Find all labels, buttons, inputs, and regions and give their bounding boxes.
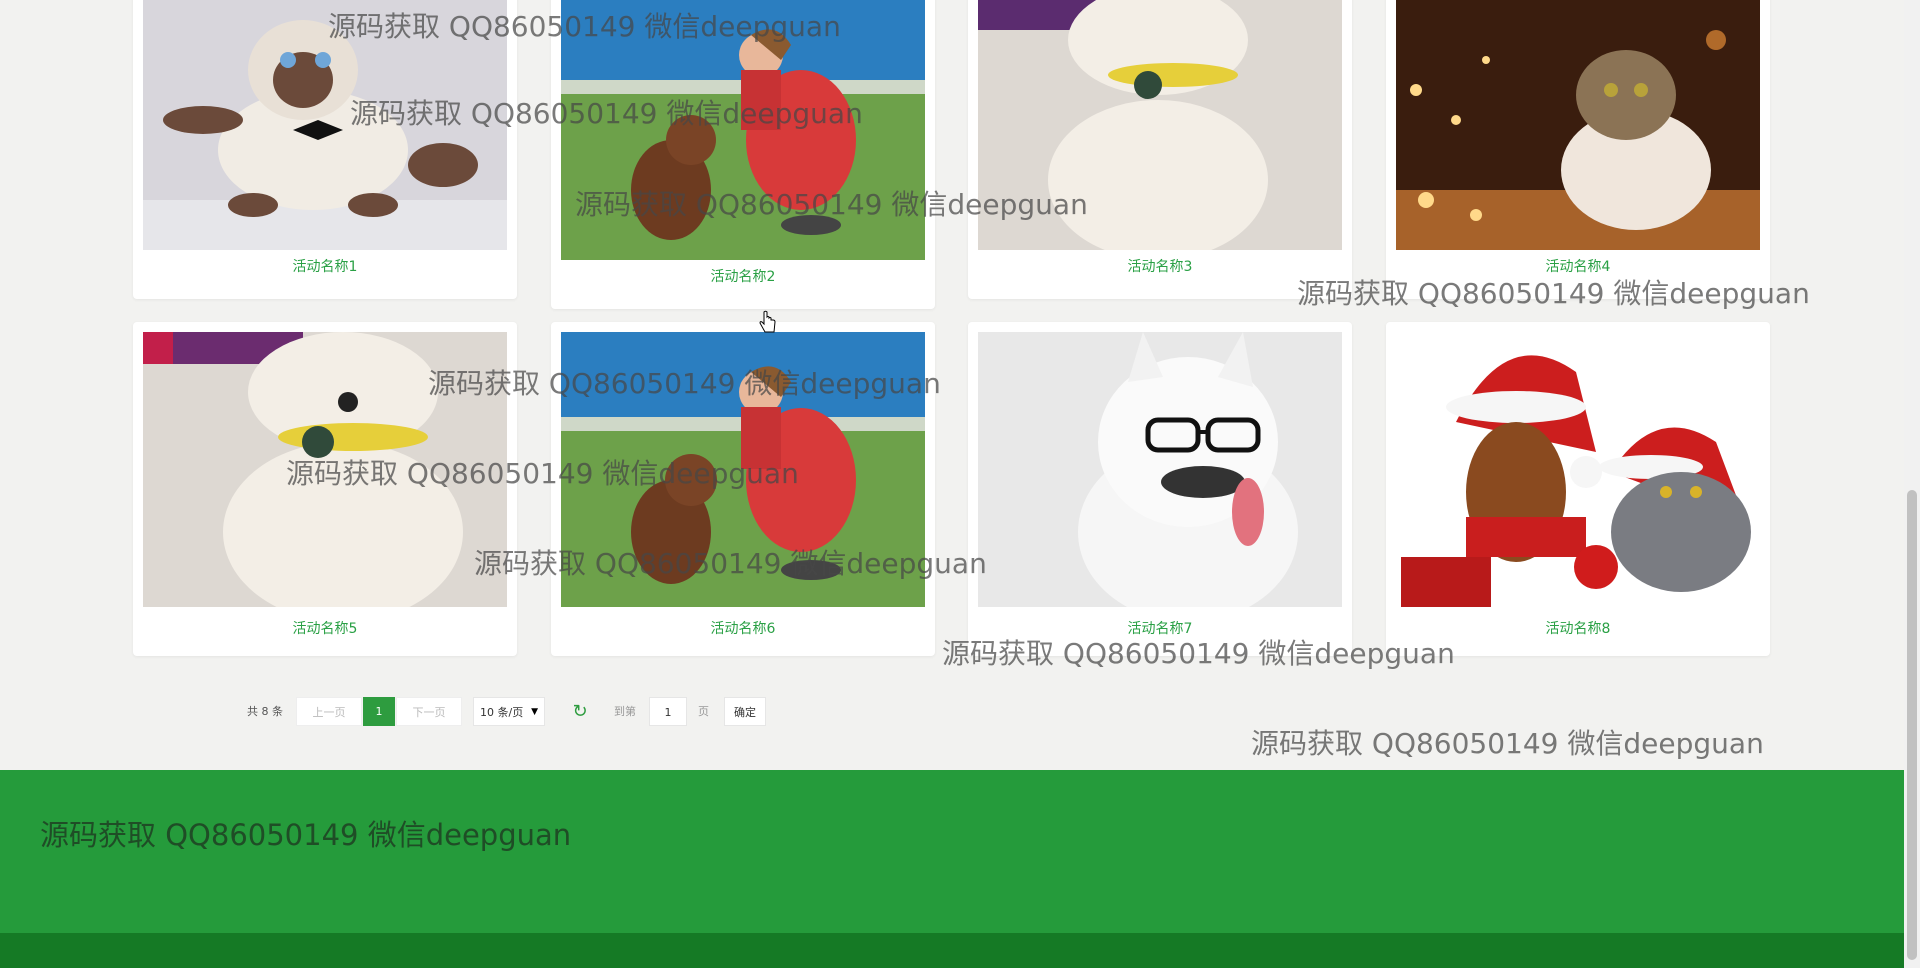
next-page-button[interactable]: 下一页 — [396, 697, 462, 726]
activity-image-white-poodle[interactable] — [978, 0, 1342, 250]
activity-card[interactable]: 活动名称3 — [968, 0, 1352, 299]
activity-card[interactable]: 活动名称7 — [968, 322, 1352, 656]
activity-image-christmas-dog-and-cat[interactable] — [1396, 332, 1760, 607]
activity-title[interactable]: 活动名称7 — [968, 618, 1352, 638]
pagination-total: 共 8 条 — [247, 705, 283, 718]
page-size-select[interactable]: 10 条/页 ▼ — [473, 697, 545, 726]
activity-card[interactable]: 活动名称8 — [1386, 322, 1770, 656]
page-scrollbar[interactable] — [1904, 0, 1920, 968]
activity-card[interactable]: 活动名称6 — [551, 322, 935, 656]
prev-page-button[interactable]: 上一页 — [296, 697, 362, 726]
goto-page-input[interactable]: 1 — [649, 697, 687, 726]
activity-image-cat-with-lights[interactable] — [1396, 0, 1760, 250]
activity-title[interactable]: 活动名称4 — [1386, 256, 1770, 276]
refresh-icon[interactable]: ↻ — [570, 697, 590, 726]
activity-card[interactable]: 活动名称5 — [133, 322, 517, 656]
activity-image-husky-with-glasses[interactable] — [978, 332, 1342, 607]
scrollbar-thumb[interactable] — [1907, 490, 1917, 960]
activity-title[interactable]: 活动名称8 — [1386, 618, 1770, 638]
page-size-value: 10 条/页 — [480, 706, 524, 719]
activity-title[interactable]: 活动名称3 — [968, 256, 1352, 276]
activity-image-siamese-cat[interactable] — [143, 0, 507, 250]
confirm-button[interactable]: 确定 — [724, 697, 766, 726]
page-1-button[interactable]: 1 — [363, 697, 395, 726]
activity-card[interactable]: 活动名称2 — [551, 0, 935, 309]
page-unit-label: 页 — [698, 705, 709, 718]
activity-card[interactable]: 活动名称4 — [1386, 0, 1770, 299]
activity-image-white-poodle[interactable] — [143, 332, 507, 607]
footer — [0, 770, 1904, 933]
footer-bottom-bar — [0, 933, 1904, 968]
activity-title[interactable]: 活动名称5 — [133, 618, 517, 638]
activity-image-woman-with-poodle[interactable] — [561, 332, 925, 607]
activity-title[interactable]: 活动名称1 — [133, 256, 517, 276]
activity-image-woman-with-poodle[interactable] — [561, 0, 925, 260]
activity-card[interactable]: 活动名称1 — [133, 0, 517, 299]
chevron-down-icon: ▼ — [531, 707, 538, 717]
activity-grid: 活动名称1 活动名称2 活动名称3 活动名称4 活动名称5 活动名称6 活动名称… — [0, 0, 1900, 770]
goto-label: 到第 — [614, 705, 636, 718]
activity-title[interactable]: 活动名称2 — [551, 266, 935, 286]
hand-cursor-icon — [759, 310, 776, 333]
activity-title[interactable]: 活动名称6 — [551, 618, 935, 638]
